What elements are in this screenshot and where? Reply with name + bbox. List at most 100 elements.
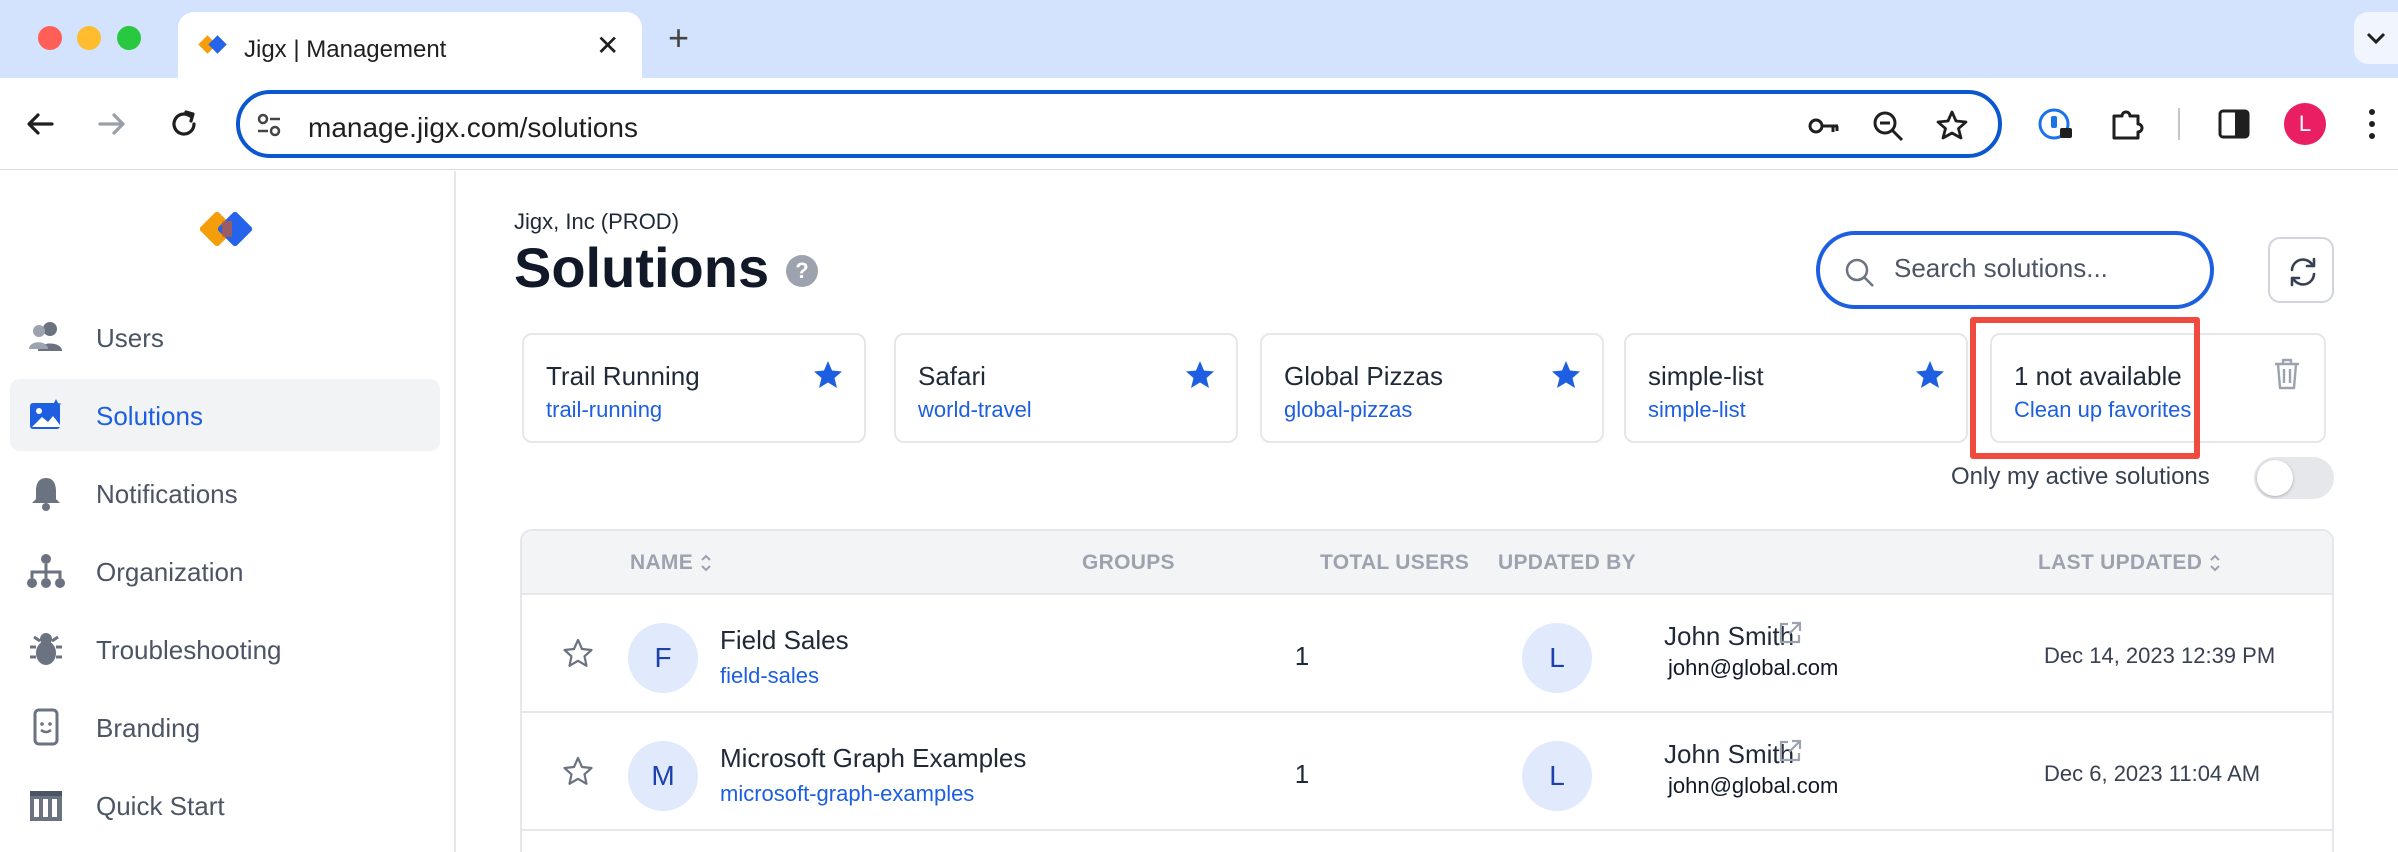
favorite-slug[interactable]: simple-list (1648, 397, 1746, 423)
solution-avatar: M (628, 741, 698, 811)
star-filled-icon[interactable] (1184, 359, 1216, 391)
address-bar[interactable]: manage.jigx.com/solutions (236, 90, 2002, 158)
extensions-puzzle-icon[interactable] (2106, 102, 2150, 146)
sidebar-item-branding[interactable]: Branding (10, 691, 440, 763)
star-filled-icon[interactable] (1550, 359, 1582, 391)
tab-close-icon[interactable]: ✕ (596, 32, 619, 60)
browser-tab-active[interactable]: Jigx | Management ✕ (178, 12, 642, 78)
refresh-button[interactable] (2268, 237, 2334, 303)
last-updated-date: Dec 14, 2023 12:39 PM (2044, 643, 2276, 668)
column-header-groups: GROUPS (1082, 551, 1175, 574)
star-filled-icon[interactable] (1914, 359, 1946, 391)
forward-arrow-icon[interactable] (92, 104, 132, 144)
bug-icon (30, 633, 62, 665)
user-avatar: L (1522, 623, 1592, 693)
total-users-count: 1 (1294, 759, 1310, 789)
sidebar-item-organization[interactable]: Organization (10, 535, 440, 607)
refresh-icon (2290, 257, 2316, 287)
column-header-name[interactable]: NAME (630, 551, 713, 575)
solutions-icon (30, 399, 62, 429)
page-title: Solutions (514, 236, 770, 299)
bookmark-star-icon[interactable] (1934, 108, 1970, 144)
star-outline-icon[interactable] (562, 637, 594, 669)
favorite-card[interactable]: Trail Running trail-running (522, 333, 866, 443)
browser-menu-icon[interactable] (2366, 104, 2378, 144)
table-header: NAME GROUPS TOTAL USERS UPDATED BY LAST … (522, 531, 2332, 595)
search-box[interactable] (1816, 231, 2214, 309)
star-filled-icon[interactable] (812, 359, 844, 391)
total-users-count: 1 (1294, 641, 1310, 671)
last-updated-date: Dec 6, 2023 11:04 AM (2044, 761, 2261, 786)
external-link-icon[interactable] (1776, 619, 1804, 647)
zoom-out-icon[interactable] (1870, 108, 1906, 144)
sidebar-item-notifications[interactable]: Notifications (10, 457, 440, 529)
sort-icon (2210, 555, 2220, 572)
user-avatar: L (1522, 741, 1592, 811)
solution-name[interactable]: Field Sales (720, 625, 849, 656)
key-icon[interactable] (1806, 108, 1842, 144)
toolbar-divider (2178, 108, 2180, 140)
close-window-button[interactable] (38, 26, 62, 50)
help-icon[interactable]: ? (786, 255, 818, 287)
sidebar-item-users[interactable]: Users (10, 301, 440, 373)
column-header-last-updated[interactable]: LAST UPDATED (2038, 551, 2222, 575)
sidebar-item-label: Users (96, 323, 164, 353)
site-settings-icon[interactable] (254, 110, 284, 140)
favorite-name: Global Pizzas (1284, 361, 1443, 391)
tab-title: Jigx | Management (244, 36, 447, 63)
favorite-card[interactable]: Global Pizzas global-pizzas (1260, 333, 1604, 443)
annotation-highlight-box (1970, 317, 2200, 459)
trash-icon[interactable] (2272, 357, 2302, 391)
reload-icon[interactable] (164, 104, 204, 144)
table-row[interactable]: F Field Sales field-sales 1 L John Smith… (522, 595, 2332, 713)
table-row[interactable]: M Microsoft Graph Examples microsoft-gra… (522, 713, 2332, 831)
organization-name: Jigx, Inc (PROD) (514, 209, 680, 234)
tab-search-button[interactable] (2354, 12, 2398, 64)
favorite-name: Safari (918, 361, 986, 391)
updated-by-name: John Smith (1664, 621, 1795, 651)
solution-slug[interactable]: microsoft-graph-examples (720, 781, 974, 807)
favorite-card[interactable]: simple-list simple-list (1624, 333, 1968, 443)
back-arrow-icon[interactable] (20, 104, 60, 144)
search-input[interactable] (1894, 253, 2194, 284)
column-header-updated-by: UPDATED BY (1498, 551, 1636, 574)
favorite-slug[interactable]: world-travel (918, 397, 1032, 423)
sidebar-item-label: Solutions (96, 401, 203, 431)
updated-by-name: John Smith (1664, 739, 1795, 769)
updated-by-email: john@global.com (1668, 655, 1839, 680)
sidebar: Users Solutions Notifications Organizati… (0, 171, 456, 852)
solution-slug[interactable]: field-sales (720, 663, 819, 689)
password-manager-extension-icon[interactable] (2034, 102, 2078, 146)
minimize-window-button[interactable] (77, 26, 101, 50)
jigx-favicon-icon (198, 35, 227, 54)
external-link-icon[interactable] (1776, 737, 1804, 765)
browser-toolbar: manage.jigx.com/solutions L (0, 78, 2398, 170)
sidebar-item-label: Branding (96, 713, 201, 743)
sidebar-item-quick-start[interactable]: Quick Start (10, 769, 440, 841)
star-outline-icon[interactable] (562, 755, 594, 787)
favorite-slug[interactable]: trail-running (546, 397, 662, 423)
active-solutions-toggle[interactable] (2254, 457, 2334, 499)
users-icon (29, 322, 62, 351)
sidebar-item-label: Troubleshooting (96, 635, 282, 665)
main-content: Jigx, Inc (PROD) Solutions ? Trail Runni… (458, 171, 2398, 852)
search-icon (1845, 258, 1874, 287)
sort-icon (701, 555, 711, 572)
solution-name[interactable]: Microsoft Graph Examples (720, 743, 1026, 774)
jigx-logo-icon[interactable] (198, 207, 254, 253)
quick-start-icon (30, 791, 62, 821)
side-panel-icon[interactable] (2212, 102, 2256, 146)
profile-avatar[interactable]: L (2284, 103, 2326, 145)
toggle-knob (2257, 460, 2293, 496)
favorite-card[interactable]: Safari world-travel (894, 333, 1238, 443)
new-tab-button[interactable]: + (668, 20, 689, 56)
favorite-slug[interactable]: global-pizzas (1284, 397, 1412, 423)
chevron-down-icon (2366, 32, 2386, 45)
sidebar-item-troubleshooting[interactable]: Troubleshooting (10, 613, 440, 685)
favorite-name: simple-list (1648, 361, 1764, 391)
favorite-name: Trail Running (546, 361, 700, 391)
sidebar-item-solutions[interactable]: Solutions (10, 379, 440, 451)
sidebar-item-label: Quick Start (96, 791, 225, 821)
maximize-window-button[interactable] (117, 26, 141, 50)
org-chart-icon (27, 554, 65, 588)
